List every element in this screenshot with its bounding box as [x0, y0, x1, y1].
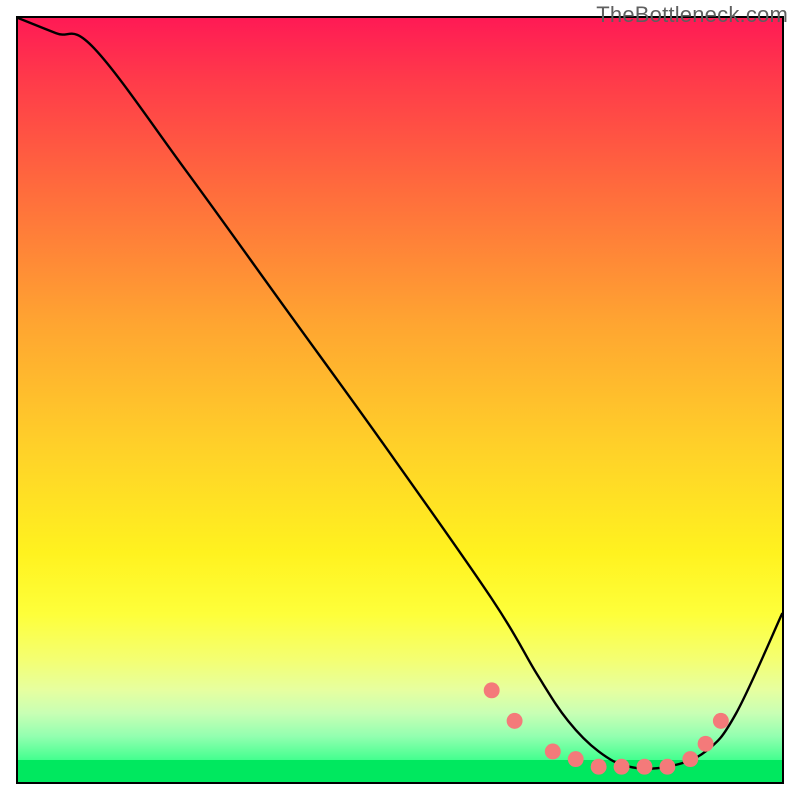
curve-layer: [18, 18, 782, 782]
marker-dot: [507, 713, 523, 729]
watermark-text: TheBottleneck.com: [596, 2, 788, 28]
marker-dot: [484, 682, 500, 698]
marker-dot: [568, 751, 584, 767]
chart-area: [16, 16, 784, 784]
bottleneck-curve: [18, 18, 782, 769]
marker-dot: [682, 751, 698, 767]
marker-dot: [614, 759, 630, 775]
marker-dot: [659, 759, 675, 775]
marker-dot: [545, 743, 561, 759]
marker-dot: [698, 736, 714, 752]
marker-dot: [713, 713, 729, 729]
marker-dots: [484, 682, 729, 774]
marker-dot: [637, 759, 653, 775]
marker-dot: [591, 759, 607, 775]
